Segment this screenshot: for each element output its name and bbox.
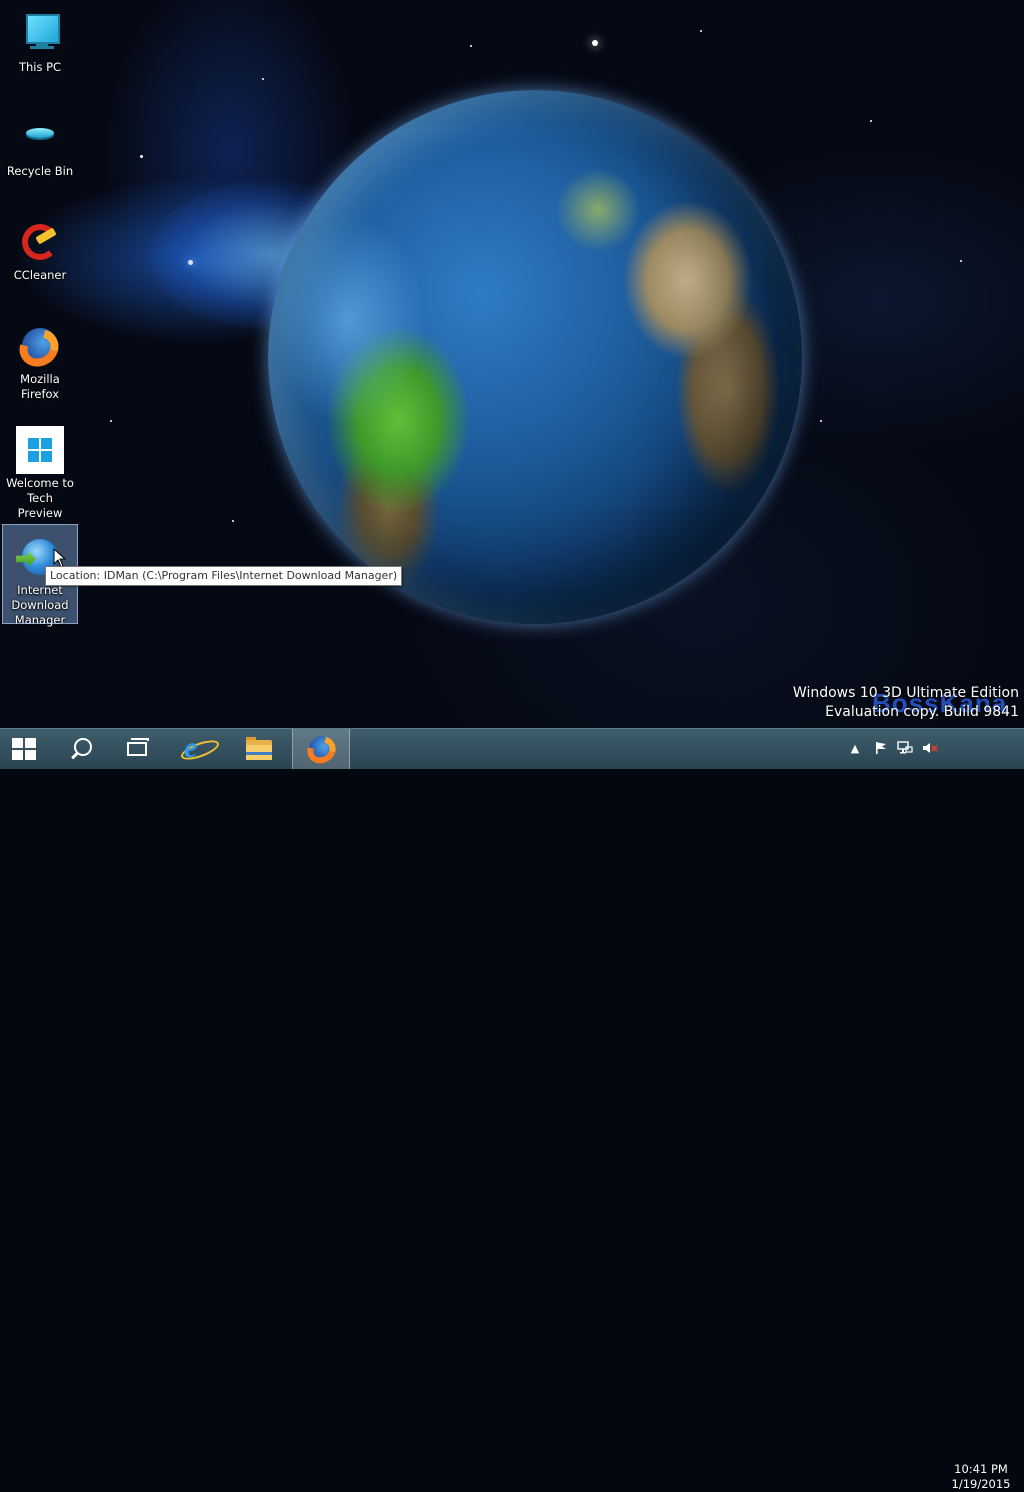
clock-time: 10:41 PM (954, 1462, 1008, 1476)
star (232, 520, 234, 522)
recycle-bin-icon (16, 114, 64, 162)
task-view-button[interactable] (110, 729, 166, 769)
taskbar-firefox[interactable] (292, 729, 350, 769)
volume-muted-icon[interactable] (922, 741, 938, 757)
desktop-icon-welcome-tech-preview[interactable]: Welcome to Tech Preview (3, 418, 77, 520)
earth-globe (268, 90, 802, 624)
star (870, 120, 872, 122)
desktop-icon-label: Mozilla Firefox (20, 372, 60, 401)
search-button[interactable] (54, 729, 110, 769)
windows-logo-icon (16, 426, 64, 474)
star (960, 260, 962, 262)
taskbar-internet-explorer[interactable]: e (170, 729, 226, 769)
desktop-icon-label: CCleaner (13, 268, 67, 282)
location-tooltip: Location: IDMan (C:\Program Files\Intern… (45, 566, 403, 586)
star (592, 40, 598, 46)
desktop-icon-ccleaner[interactable]: CCleaner (3, 210, 77, 286)
star (700, 30, 702, 32)
computer-icon (16, 10, 64, 58)
start-button[interactable] (0, 729, 50, 769)
desktop-icon-label: This PC (18, 60, 62, 74)
desktop-icon-mozilla-firefox[interactable]: Mozilla Firefox (3, 314, 77, 404)
watermark-edition: Windows 10 3D Ultimate Edition (792, 685, 1019, 701)
action-center-flag-icon[interactable] (873, 741, 889, 757)
desktop-icon-label: Welcome to Tech Preview (6, 476, 74, 520)
watermark-build: Evaluation copy. Build 9841 (825, 704, 1019, 720)
star (820, 420, 822, 422)
taskbar-file-explorer[interactable] (230, 729, 286, 769)
desktop-icon-label: Internet Download Manager (11, 583, 69, 627)
network-icon[interactable] (897, 741, 913, 757)
desktop-icon-recycle-bin[interactable]: Recycle Bin (3, 106, 77, 182)
start-icon (12, 738, 36, 760)
show-hidden-icons-chevron-icon[interactable]: ▲ (847, 741, 863, 757)
desktop-icon-label: Recycle Bin (6, 164, 74, 178)
desktop-icon-this-pc[interactable]: This PC (3, 2, 77, 78)
clock-date: 1/19/2015 (951, 1477, 1011, 1491)
star (140, 155, 143, 158)
windows-edition-watermark: Windows 10 3D Ultimate Edition Evaluatio… (793, 684, 1019, 722)
firefox-icon (12, 322, 66, 374)
star (470, 45, 472, 47)
star (262, 78, 264, 80)
desktop-wallpaper (0, 0, 1024, 728)
taskbar-clock[interactable]: 10:41 PM 1/19/2015 (948, 1462, 1014, 1492)
star (110, 420, 112, 422)
taskbar: e ▲ 10:41 PM 1/19/2015 (0, 728, 1024, 1491)
ccleaner-icon (16, 218, 64, 266)
